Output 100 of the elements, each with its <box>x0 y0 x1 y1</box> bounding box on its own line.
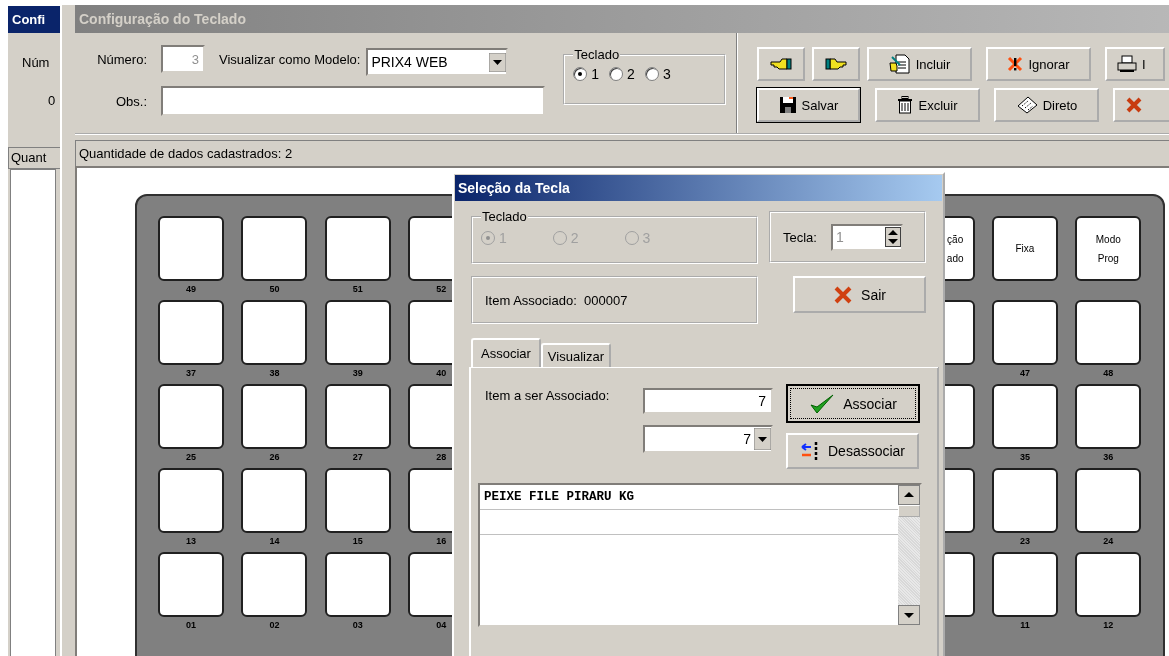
dropdown-arrow-icon[interactable] <box>754 428 771 450</box>
unlink-arrows-icon <box>800 440 820 462</box>
key-number: 52 <box>436 283 447 296</box>
icon-button[interactable] <box>812 47 860 81</box>
keyboard-key[interactable] <box>158 552 224 617</box>
modelo-label: Visualizar como Modelo: <box>219 51 361 67</box>
keyboard-key[interactable] <box>1075 468 1142 533</box>
field-value: 0 <box>48 93 56 108</box>
key-number: 01 <box>186 619 196 632</box>
keyboard-key[interactable] <box>324 300 391 365</box>
tecla-label: Tecla: <box>783 229 817 245</box>
associate-button[interactable]: Associar <box>786 384 920 423</box>
cross-icon <box>1007 56 1024 72</box>
keyboard-key[interactable]: Modo Prog <box>1075 216 1142 281</box>
keyboard-key[interactable] <box>324 384 391 449</box>
tab[interactable]: Associar <box>471 338 541 367</box>
keyboard-key[interactable] <box>324 552 391 617</box>
keyboard-key[interactable] <box>324 468 391 533</box>
trash-can-icon <box>897 96 914 114</box>
pointing-hand-icon <box>825 57 847 71</box>
item-dropdown[interactable]: 7 <box>643 425 773 453</box>
obs-field[interactable] <box>161 86 545 116</box>
keyboard-key[interactable] <box>324 216 391 281</box>
document-hand-icon <box>888 54 911 74</box>
key-number: 48 <box>1103 367 1114 380</box>
key-number: 13 <box>186 535 196 548</box>
item-label: Item a ser Associado: <box>485 387 611 405</box>
check-icon <box>809 392 836 415</box>
dropdown-arrow-icon[interactable] <box>489 52 507 72</box>
keyboard-key[interactable]: Fixa <box>991 216 1058 281</box>
keyboard-key[interactable] <box>991 552 1058 617</box>
key-number: 04 <box>436 619 447 632</box>
close-icon <box>833 284 854 305</box>
toolbar-button[interactable]: Ignorar <box>986 47 1091 81</box>
icon-button[interactable] <box>1113 88 1169 122</box>
keyboard-key[interactable] <box>158 216 224 281</box>
keyboard-icon <box>1015 96 1038 114</box>
exit-button[interactable]: Sair <box>793 276 926 313</box>
key-number: 25 <box>186 451 196 464</box>
scroll-down-icon[interactable] <box>898 605 920 625</box>
key-number: 24 <box>1103 535 1114 548</box>
scroll-up-icon[interactable] <box>898 485 920 505</box>
key-number: 51 <box>352 283 363 296</box>
keyboard-key[interactable] <box>241 468 308 533</box>
item-field[interactable]: 7 <box>643 388 773 414</box>
icon-button[interactable] <box>757 47 805 81</box>
key-number: 40 <box>436 367 447 380</box>
key-number: 37 <box>186 367 196 380</box>
keyboard-key[interactable] <box>241 552 308 617</box>
printer-icon <box>1117 55 1137 73</box>
radio-option[interactable]: 3 <box>644 66 671 82</box>
keyboard-key[interactable] <box>1075 384 1142 449</box>
keyboard-key[interactable] <box>991 384 1058 449</box>
key-number: 02 <box>269 619 280 632</box>
group-title: Teclado <box>573 47 621 62</box>
keyboard-key[interactable] <box>991 468 1058 533</box>
toolbar-button[interactable]: Incluir <box>867 47 972 81</box>
key-number: 47 <box>1019 367 1030 380</box>
dialog-title: Seleção da Tecla <box>455 175 942 201</box>
keyboard-key[interactable] <box>158 384 224 449</box>
window-title: Configuração do Teclado <box>75 5 1169 33</box>
key-number: 50 <box>269 283 280 296</box>
key-number: 16 <box>436 535 447 548</box>
key-number: 49 <box>186 283 196 296</box>
key-number: 38 <box>269 367 280 380</box>
scrollbar-thumb[interactable] <box>898 505 920 517</box>
group-title: Teclado <box>481 209 528 224</box>
key-number: 35 <box>1019 451 1030 464</box>
disassociate-button[interactable]: Desassociar <box>786 433 919 469</box>
key-number: 26 <box>269 451 280 464</box>
radio-option[interactable]: 1 <box>573 66 600 82</box>
keyboard-key[interactable] <box>991 300 1058 365</box>
key-number: 12 <box>1103 619 1114 632</box>
keyboard-key[interactable] <box>158 300 224 365</box>
key-number: 36 <box>1103 451 1114 464</box>
key-number: 23 <box>1019 535 1030 548</box>
toolbar-button[interactable]: Salvar <box>757 88 860 122</box>
numero-label: Número: <box>96 51 147 67</box>
keyboard-key[interactable] <box>241 384 308 449</box>
key-number: 14 <box>269 535 280 548</box>
keyboard-key[interactable] <box>241 216 308 281</box>
toolbar-button[interactable]: Excluir <box>875 88 980 122</box>
modelo-dropdown[interactable]: PRIX4 WEB <box>366 48 509 76</box>
field-label: Núm <box>22 55 50 70</box>
keyboard-key[interactable] <box>1075 552 1142 617</box>
key-number: 03 <box>352 619 363 632</box>
key-number: 27 <box>352 451 363 464</box>
toolbar-button[interactable]: Direto <box>994 88 1099 122</box>
key-number: 28 <box>436 451 447 464</box>
key-number: 39 <box>352 367 363 380</box>
keyboard-key[interactable] <box>158 468 224 533</box>
tab[interactable]: Visualizar <box>540 343 611 367</box>
list-row[interactable]: PEIXE FILE PIRARU KG <box>480 485 898 510</box>
toolbar-button[interactable]: I <box>1105 47 1165 81</box>
keyboard-key[interactable] <box>1075 300 1142 365</box>
pointing-hand-icon <box>770 57 792 71</box>
scrollbar[interactable] <box>898 485 920 625</box>
key-number: 15 <box>352 535 363 548</box>
keyboard-key[interactable] <box>241 300 308 365</box>
cross-icon <box>1125 96 1143 114</box>
